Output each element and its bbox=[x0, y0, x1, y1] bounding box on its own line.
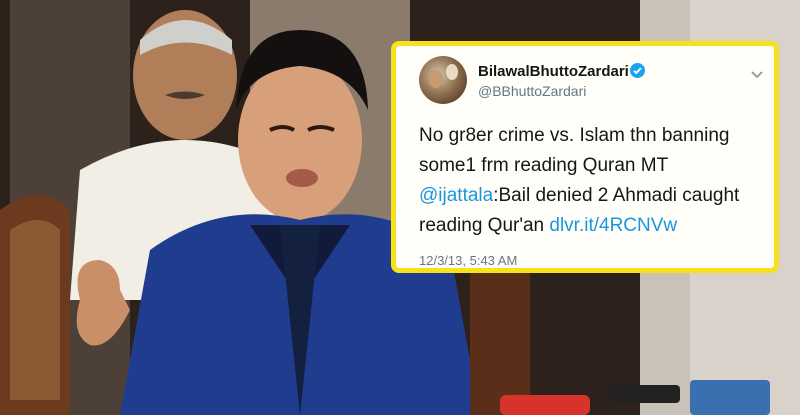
tweet-link[interactable]: dlvr.it/4RCNVw bbox=[549, 215, 677, 236]
verified-badge-icon bbox=[630, 63, 645, 78]
avatar-face bbox=[429, 70, 443, 88]
avatar[interactable] bbox=[419, 56, 467, 104]
chevron-down-icon[interactable] bbox=[750, 67, 764, 85]
mention-link[interactable]: @ijattala bbox=[419, 185, 493, 206]
tweet-card[interactable]: BilawalBhuttoZardari @BBhuttoZardari No … bbox=[391, 41, 779, 273]
display-name[interactable]: BilawalBhuttoZardari bbox=[478, 63, 629, 80]
handle[interactable]: @BBhuttoZardari bbox=[478, 83, 586, 99]
avatar-face-2 bbox=[446, 64, 458, 80]
tweet-text: No gr8er crime vs. Islam thn banning som… bbox=[419, 121, 759, 241]
tweet-text-part1: No gr8er crime vs. Islam thn banning som… bbox=[419, 125, 730, 176]
timestamp[interactable]: 12/3/13, 5:43 AM bbox=[419, 253, 517, 268]
